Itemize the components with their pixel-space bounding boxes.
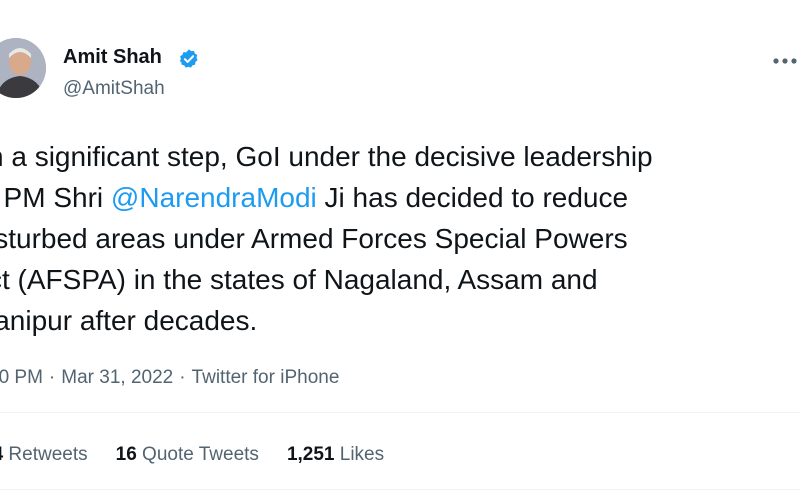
tweet-text-line: n a significant step, GoI under the deci…	[0, 141, 653, 172]
profile-photo-icon	[0, 38, 46, 98]
tweet-time[interactable]: 20 PM	[0, 367, 43, 388]
separator: ·	[179, 367, 186, 388]
more-options-icon[interactable]	[770, 56, 800, 66]
quote-tweets-count: 16	[115, 444, 137, 465]
tweet-text-line: lanipur after decades.	[0, 305, 258, 336]
quote-tweets-label: Quote Tweets	[142, 444, 259, 465]
divider	[0, 489, 800, 490]
tweet-text-segment: f PM Shri	[0, 182, 111, 213]
retweets-stat[interactable]: 44 Retweets	[0, 444, 88, 466]
mention-link[interactable]: @NarendraModi	[111, 182, 317, 213]
tweet-card: Amit Shah @AmitShah n a significant step…	[0, 0, 800, 500]
engagement-stats: 44 Retweets 16 Quote Tweets 1,251 Likes	[0, 444, 412, 466]
tweet-text-segment: Ji has decided to reduce	[316, 182, 629, 213]
avatar[interactable]	[0, 38, 46, 98]
retweets-count: 44	[0, 444, 3, 465]
retweets-label: Retweets	[8, 444, 88, 465]
tweet-meta: 20 PM·Mar 31, 2022·Twitter for iPhone	[0, 367, 339, 389]
divider	[0, 412, 800, 413]
likes-count: 1,251	[286, 444, 335, 465]
tweet-source[interactable]: Twitter for iPhone	[192, 367, 340, 388]
separator: ·	[48, 367, 56, 388]
display-name[interactable]: Amit Shah	[63, 46, 162, 69]
user-handle[interactable]: @AmitShah	[63, 78, 165, 100]
tweet-text-line: isturbed areas under Armed Forces Specia…	[0, 223, 628, 254]
tweet-date[interactable]: Mar 31, 2022	[61, 367, 173, 388]
likes-stat[interactable]: 1,251 Likes	[287, 444, 384, 466]
tweet-text-line: ct (AFSPA) in the states of Nagaland, As…	[0, 264, 598, 295]
tweet-text-line: f PM Shri @NarendraModi Ji has decided t…	[0, 181, 628, 215]
verified-badge-icon	[179, 49, 198, 68]
likes-label: Likes	[339, 444, 385, 465]
quote-tweets-stat[interactable]: 16 Quote Tweets	[116, 444, 259, 466]
